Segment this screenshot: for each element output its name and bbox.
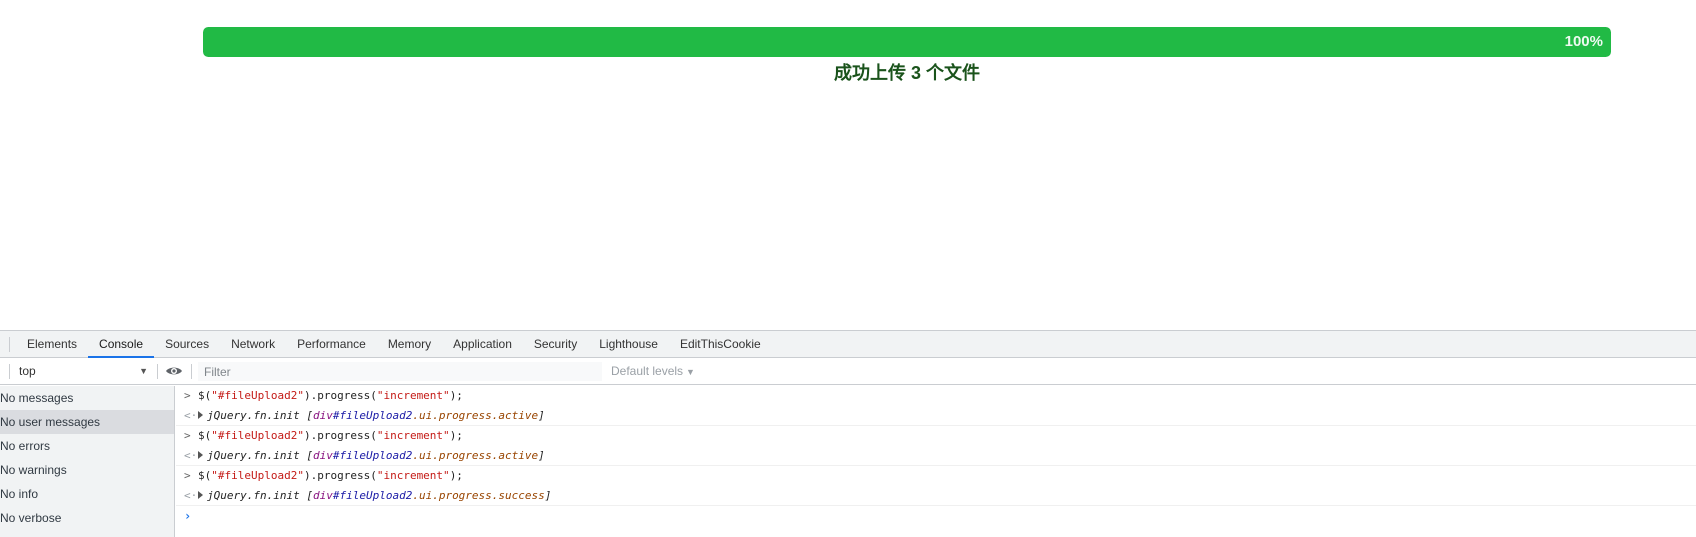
tab-console[interactable]: Console (88, 331, 155, 358)
command-token: "increment" (376, 429, 450, 442)
sidebar-item[interactable]: No info (0, 482, 174, 506)
tab-editthiscookie[interactable]: EditThisCookie (669, 331, 772, 357)
result-arrow-icon: <· (184, 409, 198, 422)
command-token: ).progress( (303, 389, 377, 402)
result-token: .ui.progress.active (412, 449, 539, 462)
devtools-tabbar: Elements Console Sources Network Performance… (0, 331, 1696, 358)
context-select-value: top (19, 364, 36, 378)
result-token: ] (538, 449, 545, 462)
sidebar-item[interactable]: No messages (0, 386, 174, 410)
context-select[interactable]: top ▼ (14, 362, 150, 381)
result-token: [ (306, 409, 313, 422)
result-token: jQuery.fn.init (207, 409, 307, 422)
sidebar-item[interactable]: No errors (0, 434, 174, 458)
result-token: jQuery.fn.init (207, 449, 307, 462)
tab-security[interactable]: Security (523, 331, 588, 357)
toolbar-divider (157, 364, 158, 379)
result-token: jQuery.fn.init (207, 489, 307, 502)
result-token: div (312, 489, 333, 502)
console-result[interactable]: <· jQuery.fn.init [div#fileUpload2.ui.pro… (176, 406, 1696, 426)
chevron-right-icon: > (184, 389, 191, 402)
command-token: $( (198, 469, 212, 482)
console-command: > $("#fileUpload2").progress("increment")… (176, 466, 1696, 486)
command-token: ); (449, 429, 463, 442)
console-messages: > $("#fileUpload2").progress("increment")… (176, 386, 1696, 537)
expand-triangle-icon[interactable] (198, 491, 203, 499)
sidebar-item[interactable]: No warnings (0, 458, 174, 482)
tab-network[interactable]: Network (220, 331, 286, 357)
expand-triangle-icon[interactable] (198, 411, 203, 419)
sidebar-item[interactable]: No user messages (0, 410, 174, 434)
upload-progress: 100% 成功上传 3 个文件 (203, 27, 1611, 84)
result-token: ] (544, 489, 552, 502)
eye-icon[interactable] (165, 363, 183, 379)
command-token: ).progress( (303, 469, 377, 482)
console-command: > $("#fileUpload2").progress("increment")… (176, 426, 1696, 446)
command-token: $( (198, 429, 212, 442)
tab-elements[interactable]: Elements (16, 331, 88, 357)
tab-lighthouse[interactable]: Lighthouse (588, 331, 669, 357)
command-token: "#fileUpload2" (211, 389, 304, 402)
toolbar-divider (191, 364, 192, 379)
result-arrow-icon: <· (184, 489, 198, 502)
progress-track: 100% (203, 27, 1611, 57)
console-command: > $("#fileUpload2").progress("increment")… (176, 386, 1696, 406)
progress-label: 成功上传 3 个文件 (833, 63, 980, 83)
console-body: No messages No user messages No errors No w… (0, 386, 1696, 537)
command-token: "increment" (376, 389, 450, 402)
triangle-down-icon: ▼ (686, 367, 695, 377)
progress-bar: 100% (203, 27, 1611, 57)
chevron-right-icon: > (184, 429, 191, 442)
filter-input[interactable] (198, 362, 602, 381)
expand-triangle-icon[interactable] (198, 451, 203, 459)
console-sidebar: No messages No user messages No errors No w… (0, 386, 175, 537)
console-result[interactable]: <· jQuery.fn.init [div#fileUpload2.ui.pro… (176, 446, 1696, 466)
triangle-down-icon: ▼ (139, 366, 148, 376)
progress-percent: 100% (1564, 33, 1603, 50)
command-token: ); (449, 469, 463, 482)
result-token: #fileUpload2 (332, 409, 413, 422)
chevron-right-icon: > (184, 469, 191, 482)
tab-sources[interactable]: Sources (154, 331, 220, 357)
result-arrow-icon: <· (184, 449, 198, 462)
result-token: .ui.progress.success (412, 489, 545, 502)
levels-label: Default levels (611, 364, 684, 378)
result-token: [ (306, 449, 313, 462)
command-token: ).progress( (303, 429, 377, 442)
command-token: "increment" (376, 469, 450, 482)
toolbar-divider (9, 364, 10, 379)
result-token: ] (538, 409, 545, 422)
command-token: $( (198, 389, 212, 402)
devtools-panel: Elements Console Sources Network Performance… (0, 330, 1696, 537)
result-token: .ui.progress.active (412, 409, 539, 422)
command-token: ); (449, 389, 463, 402)
tab-performance[interactable]: Performance (286, 331, 377, 357)
tab-application[interactable]: Application (442, 331, 523, 357)
command-token: "#fileUpload2" (211, 469, 304, 482)
tabbar-divider (9, 337, 10, 352)
result-token: div (312, 409, 333, 422)
result-token: [ (306, 489, 313, 502)
console-toolbar: top ▼ Default levels▼ (0, 358, 1696, 385)
result-token: #fileUpload2 (332, 449, 413, 462)
console-result[interactable]: <· jQuery.fn.init [div#fileUpload2.ui.pro… (176, 486, 1696, 506)
console-input[interactable]: › (176, 506, 1696, 526)
result-token: #fileUpload2 (332, 489, 413, 502)
result-token: div (312, 449, 333, 462)
prompt-chevron-icon: › (184, 509, 192, 523)
tab-memory[interactable]: Memory (377, 331, 442, 357)
command-token: "#fileUpload2" (211, 429, 304, 442)
sidebar-item[interactable]: No verbose (0, 506, 174, 530)
levels-dropdown[interactable]: Default levels ▼ (611, 362, 695, 382)
